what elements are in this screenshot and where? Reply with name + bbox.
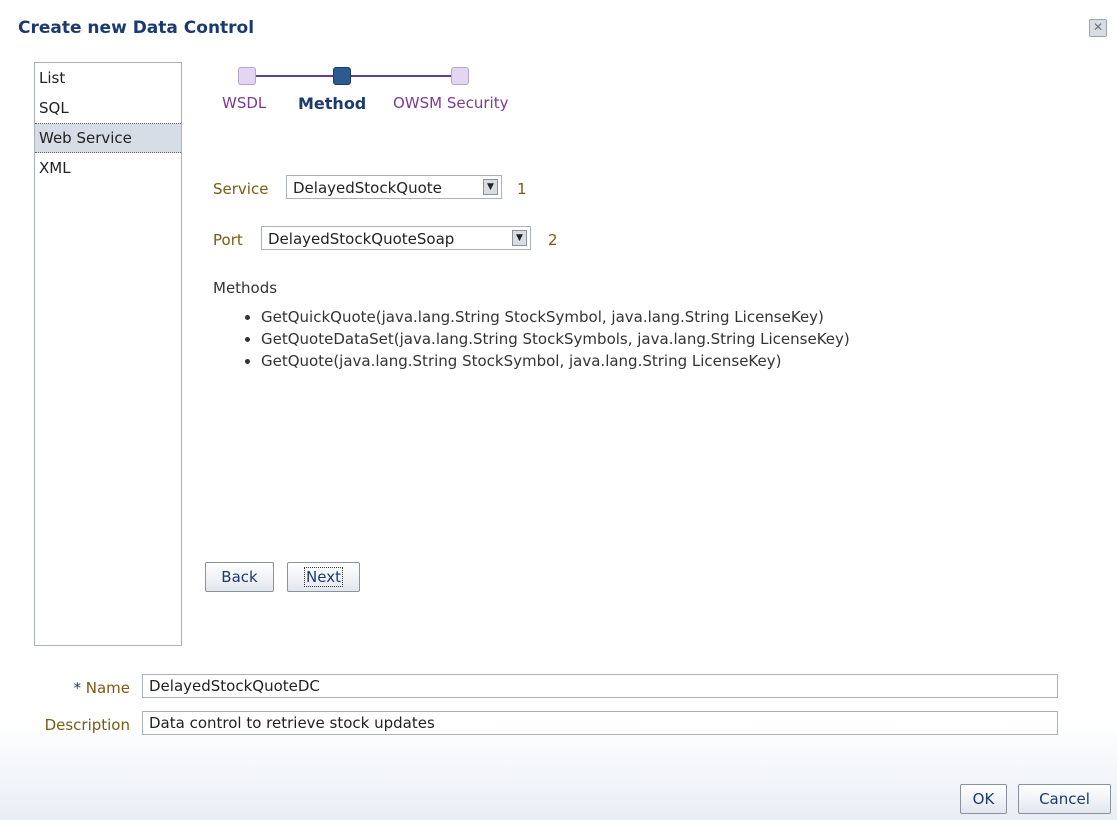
method-item: GetQuickQuote(java.lang.String StockSymb… [243,306,850,328]
service-label: Service [213,180,269,198]
service-select[interactable]: DelayedStockQuote ▼ [286,175,502,199]
train-label-owsm-security[interactable]: OWSM Security [393,94,508,112]
required-marker: * [73,679,81,697]
type-item-xml[interactable]: XML [35,153,181,183]
type-item-web-service[interactable]: Web Service [35,123,181,153]
description-field[interactable]: Data control to retrieve stock updates [142,711,1058,735]
train-label-method: Method [298,94,367,113]
name-field[interactable]: DelayedStockQuoteDC [142,674,1058,698]
train-connector [349,75,452,77]
description-label: Description [44,716,130,734]
train-stop-owsm-security[interactable] [451,67,469,85]
dialog-title: Create new Data Control [18,18,255,38]
port-select[interactable]: DelayedStockQuoteSoap ▼ [261,226,531,250]
methods-list: GetQuickQuote(java.lang.String StockSymb… [243,306,850,372]
train-connector [255,75,333,77]
next-button[interactable]: Next [287,562,360,592]
close-icon[interactable]: ✕ [1089,19,1107,37]
service-value: DelayedStockQuote [293,179,442,197]
train-stop-wsdl[interactable] [238,67,256,85]
type-item-list[interactable]: List [35,63,181,93]
method-item: GetQuoteDataSet(java.lang.String StockSy… [243,328,850,350]
chevron-down-icon[interactable]: ▼ [483,179,498,195]
port-label: Port [213,231,243,249]
back-button-label: Back [221,568,258,586]
port-value: DelayedStockQuoteSoap [268,230,455,248]
chevron-down-icon[interactable]: ▼ [512,230,527,246]
data-control-type-list[interactable]: List SQL Web Service XML [34,62,182,646]
methods-heading: Methods [213,279,278,297]
type-item-sql[interactable]: SQL [35,93,181,123]
port-step-number: 2 [548,231,558,249]
train-stop-method [333,67,351,85]
cancel-button[interactable]: Cancel [1018,784,1111,814]
name-label-text: Name [85,679,130,697]
next-button-label: Next [304,567,343,587]
service-step-number: 1 [517,180,527,198]
name-label: * Name [40,679,130,697]
ok-button[interactable]: OK [960,784,1007,814]
train-label-wsdl[interactable]: WSDL [222,94,266,112]
back-button[interactable]: Back [205,562,274,592]
method-item: GetQuote(java.lang.String StockSymbol, j… [243,350,850,372]
